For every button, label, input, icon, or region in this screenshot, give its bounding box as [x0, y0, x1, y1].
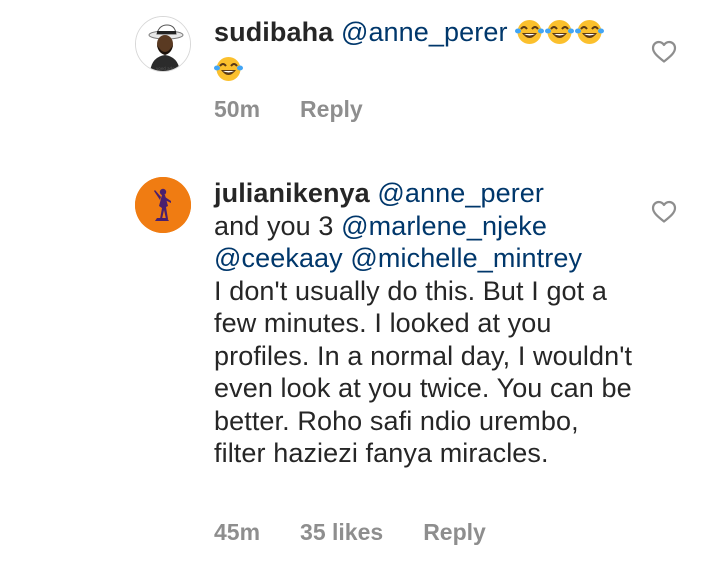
comment-body: sudibaha @anne_perer — [214, 16, 634, 89]
comment-text: and you 3 — [214, 210, 334, 241]
mention-link[interactable]: @anne_perer — [377, 178, 544, 208]
heart-outline-icon[interactable] — [651, 40, 677, 64]
comment-meta: 50m Reply — [214, 96, 363, 123]
laughing-emoji-icon — [214, 55, 243, 90]
dancer-silhouette-avatar-icon — [135, 177, 191, 233]
mention-link[interactable]: @michelle_mintrey — [350, 243, 582, 273]
likes-count[interactable]: 35 likes — [300, 519, 383, 546]
comment-username[interactable]: julianikenya — [214, 178, 370, 208]
person-avatar-icon: yoed ade — [136, 17, 190, 71]
laughing-emoji-icon — [515, 18, 545, 53]
comment-timestamp: 45m — [214, 519, 261, 545]
comment: julianikenya @anne_perer and you 3 @marl… — [0, 160, 720, 579]
laughing-emoji-icon — [575, 18, 605, 53]
heart-outline-icon[interactable] — [651, 200, 677, 224]
avatar[interactable]: yoed ade — [135, 16, 191, 72]
mention-link[interactable]: @marlene_njeke — [341, 211, 547, 241]
comment-text: I don't usually do this. But I got a few… — [214, 275, 633, 469]
mention-link[interactable]: @anne_perer — [341, 17, 508, 47]
svg-text:yoed ade: yoed ade — [156, 66, 175, 71]
mention-link[interactable]: @ceekaay — [214, 243, 343, 273]
avatar[interactable] — [135, 177, 191, 233]
comment-meta: 45m 35 likes Reply — [214, 519, 486, 546]
reply-button[interactable]: Reply — [423, 519, 486, 546]
laughing-emoji-icon — [545, 18, 575, 53]
reply-button[interactable]: Reply — [300, 96, 363, 123]
comment-username[interactable]: sudibaha — [214, 17, 333, 47]
comment-body: julianikenya @anne_perer and you 3 @marl… — [214, 177, 634, 470]
comment-timestamp: 50m — [214, 96, 261, 122]
comment: yoed ade sudibaha @anne_perer 50m Reply — [0, 0, 720, 150]
